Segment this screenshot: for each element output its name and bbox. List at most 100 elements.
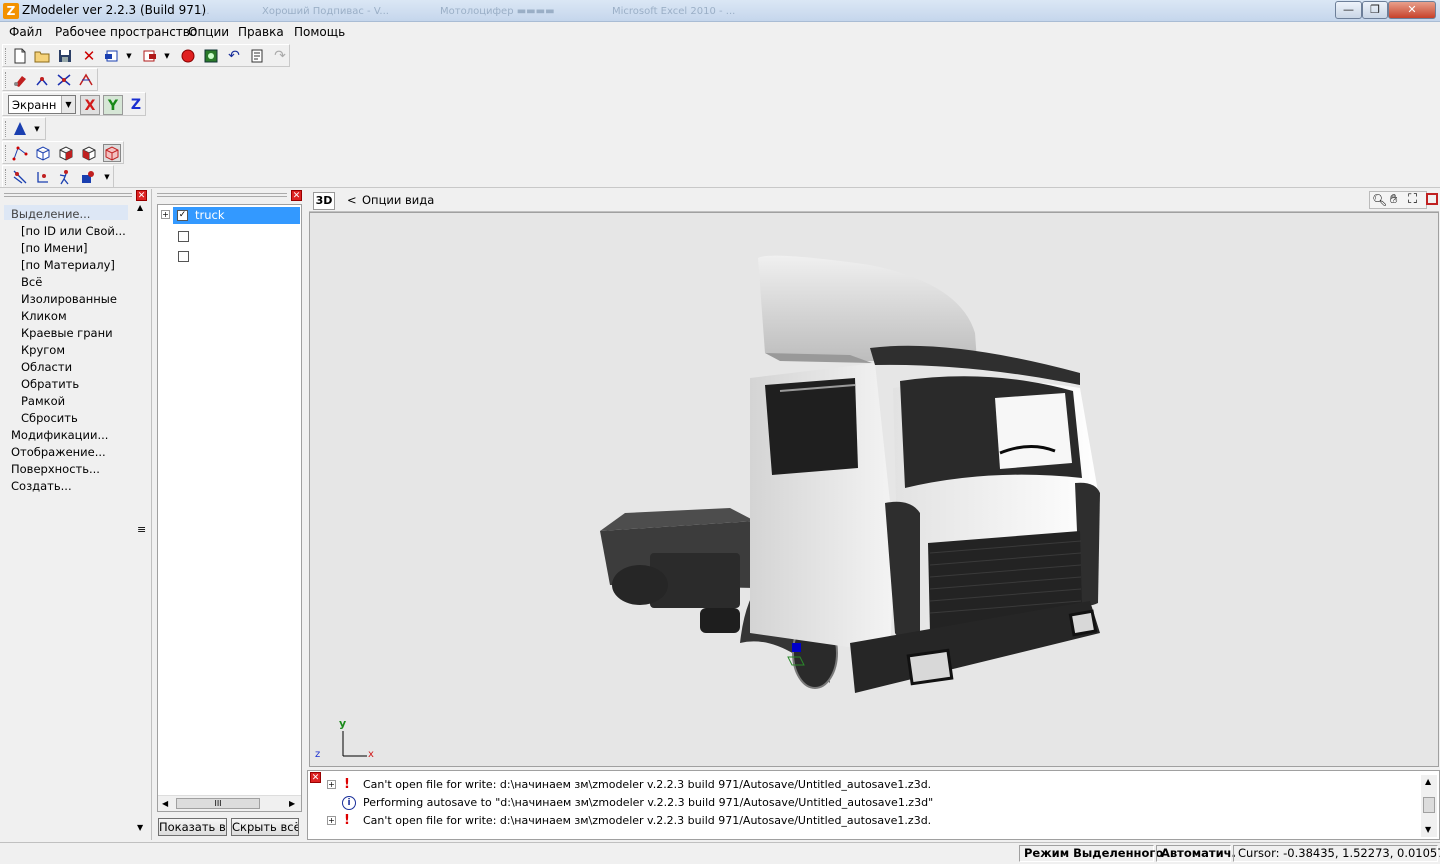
close-scene-icon[interactable]: ✕ bbox=[80, 47, 98, 65]
redo-icon[interactable]: ↷ bbox=[271, 47, 289, 65]
view-mode-button[interactable]: 3D bbox=[313, 192, 335, 210]
maximize-viewport-icon[interactable] bbox=[1426, 193, 1438, 205]
command-item[interactable]: Области bbox=[21, 360, 72, 374]
panel-scrollbar[interactable]: ▲ ≡ ▼ bbox=[134, 203, 148, 832]
command-item[interactable]: Модификации... bbox=[11, 428, 108, 442]
command-item[interactable]: Рамкой bbox=[21, 394, 65, 408]
toolbar-grip[interactable] bbox=[5, 48, 8, 64]
create-cone-icon[interactable] bbox=[11, 120, 29, 138]
close-panel-icon[interactable]: ✕ bbox=[291, 190, 302, 201]
move-tool-icon[interactable] bbox=[11, 168, 29, 186]
group-mode-icon[interactable] bbox=[103, 144, 121, 162]
command-item[interactable]: [по Материалу] bbox=[21, 258, 115, 272]
minimize-button[interactable]: — bbox=[1335, 1, 1362, 19]
snap-axis-icon[interactable] bbox=[33, 71, 51, 89]
command-item[interactable]: Создать... bbox=[11, 479, 72, 493]
coord-system-value: Экранн bbox=[12, 98, 57, 112]
scroll-left-arrow-icon[interactable]: ◀ bbox=[162, 799, 168, 808]
3d-viewport[interactable]: y x z bbox=[309, 212, 1439, 767]
import-icon[interactable] bbox=[103, 47, 121, 65]
command-item[interactable]: Обратить bbox=[21, 377, 79, 391]
log-scrollbar[interactable]: ▲ ▼ bbox=[1421, 775, 1437, 837]
menu-edit[interactable]: Правка bbox=[238, 25, 284, 39]
scroll-right-arrow-icon[interactable]: ▶ bbox=[289, 799, 295, 808]
tree-horizontal-scrollbar[interactable]: ◀ III ▶ bbox=[158, 795, 301, 811]
undo-icon[interactable]: ↶ bbox=[225, 47, 243, 65]
zoom-extents-icon[interactable]: ⛶ bbox=[1408, 192, 1417, 207]
show-all-button[interactable]: Показать всё bbox=[158, 818, 227, 836]
view-options-back-arrow[interactable]: < bbox=[347, 193, 357, 207]
command-item[interactable]: Сбросить bbox=[21, 411, 78, 425]
scroll-down-arrow-icon[interactable]: ▼ bbox=[1425, 825, 1431, 834]
axis-y-toggle[interactable]: Y bbox=[103, 95, 123, 115]
command-item[interactable]: Отображение... bbox=[11, 445, 106, 459]
toolbar-grip[interactable] bbox=[5, 169, 8, 185]
axis-x-toggle[interactable]: X bbox=[80, 95, 100, 115]
snap-vertex-icon[interactable] bbox=[77, 71, 95, 89]
scroll-up-arrow-icon[interactable]: ▲ bbox=[1425, 777, 1431, 786]
skeleton-tool-icon[interactable] bbox=[56, 168, 74, 186]
object-mode-icon[interactable] bbox=[80, 144, 98, 162]
toolbar-grip[interactable] bbox=[5, 121, 8, 137]
menu-options[interactable]: Опции bbox=[188, 25, 229, 39]
material-editor-icon[interactable] bbox=[202, 47, 220, 65]
export-icon[interactable] bbox=[141, 47, 159, 65]
morph-tool-icon[interactable] bbox=[79, 168, 97, 186]
axis-z-toggle[interactable]: Z bbox=[126, 95, 146, 115]
tree-node-visible-checkbox[interactable] bbox=[178, 231, 189, 242]
chevron-down-icon[interactable]: ▼ bbox=[61, 96, 75, 113]
coord-system-select[interactable]: Экранн ▼ bbox=[8, 95, 76, 114]
command-item[interactable]: Всё bbox=[21, 275, 42, 289]
scroll-thumb[interactable]: III bbox=[176, 798, 260, 809]
vertex-mode-icon[interactable] bbox=[11, 144, 29, 162]
tree-node-truck-row[interactable]: ✓ truck bbox=[173, 207, 300, 224]
export-dropdown-arrow-icon[interactable]: ▼ bbox=[163, 47, 171, 65]
toolbar-grip[interactable] bbox=[5, 145, 8, 161]
axis-z-label: z bbox=[315, 749, 321, 760]
new-file-icon[interactable] bbox=[11, 47, 29, 65]
menu-help[interactable]: Помощь bbox=[294, 25, 345, 39]
open-folder-icon[interactable] bbox=[33, 47, 51, 65]
rotate-tool-icon[interactable] bbox=[34, 168, 52, 186]
import-dropdown-arrow-icon[interactable]: ▼ bbox=[125, 47, 133, 65]
tree-expand-icon[interactable]: + bbox=[161, 210, 170, 219]
command-item[interactable]: Кругом bbox=[21, 343, 65, 357]
command-item[interactable]: [по Имени] bbox=[21, 241, 88, 255]
panel-drag-handle[interactable] bbox=[4, 193, 132, 197]
face-mode-icon[interactable] bbox=[57, 144, 75, 162]
menu-workspace[interactable]: Рабочее пространство bbox=[55, 25, 197, 39]
create-dropdown-arrow-icon[interactable]: ▼ bbox=[33, 120, 41, 138]
close-panel-icon[interactable]: ✕ bbox=[136, 190, 147, 201]
command-item[interactable]: Изолированные bbox=[21, 292, 117, 306]
view-options-label[interactable]: Опции вида bbox=[362, 193, 434, 207]
command-item[interactable]: [по ID или Свой... bbox=[21, 224, 126, 238]
close-button[interactable]: ✕ bbox=[1388, 1, 1436, 19]
magnet-snap-icon[interactable] bbox=[11, 71, 29, 89]
pan-hand-icon[interactable]: ✋︎ bbox=[1390, 192, 1397, 207]
command-item[interactable]: Краевые грани bbox=[21, 326, 113, 340]
zoom-icon[interactable]: 🔍︎ bbox=[1372, 193, 1387, 207]
command-item[interactable]: Кликом bbox=[21, 309, 67, 323]
panel-drag-handle[interactable] bbox=[157, 193, 287, 197]
command-item[interactable]: Выделение... bbox=[11, 207, 90, 221]
scroll-down-arrow-icon[interactable]: ▼ bbox=[137, 823, 143, 832]
command-item[interactable]: Поверхность... bbox=[11, 462, 100, 476]
save-icon[interactable] bbox=[56, 47, 74, 65]
record-icon[interactable] bbox=[179, 47, 197, 65]
scroll-grip-icon[interactable]: ≡ bbox=[137, 523, 146, 536]
hide-all-button[interactable]: Скрыть всё bbox=[231, 818, 299, 836]
log-expand-icon[interactable]: + bbox=[327, 816, 336, 825]
tree-node-visible-checkbox[interactable] bbox=[178, 251, 189, 262]
maximize-button[interactable]: ❐ bbox=[1362, 1, 1388, 19]
scroll-up-arrow-icon[interactable]: ▲ bbox=[137, 203, 143, 212]
close-panel-icon[interactable]: ✕ bbox=[310, 772, 321, 783]
snap-cross-icon[interactable] bbox=[55, 71, 73, 89]
edge-mode-icon[interactable] bbox=[34, 144, 52, 162]
menu-file[interactable]: Файл bbox=[9, 25, 42, 39]
toolbar-grip[interactable] bbox=[5, 72, 8, 88]
transform-dropdown-arrow-icon[interactable]: ▼ bbox=[103, 168, 111, 186]
log-expand-icon[interactable]: + bbox=[327, 780, 336, 789]
tree-node-visible-checkbox[interactable]: ✓ bbox=[177, 210, 188, 221]
properties-icon[interactable] bbox=[248, 47, 266, 65]
scroll-thumb[interactable] bbox=[1423, 797, 1435, 813]
